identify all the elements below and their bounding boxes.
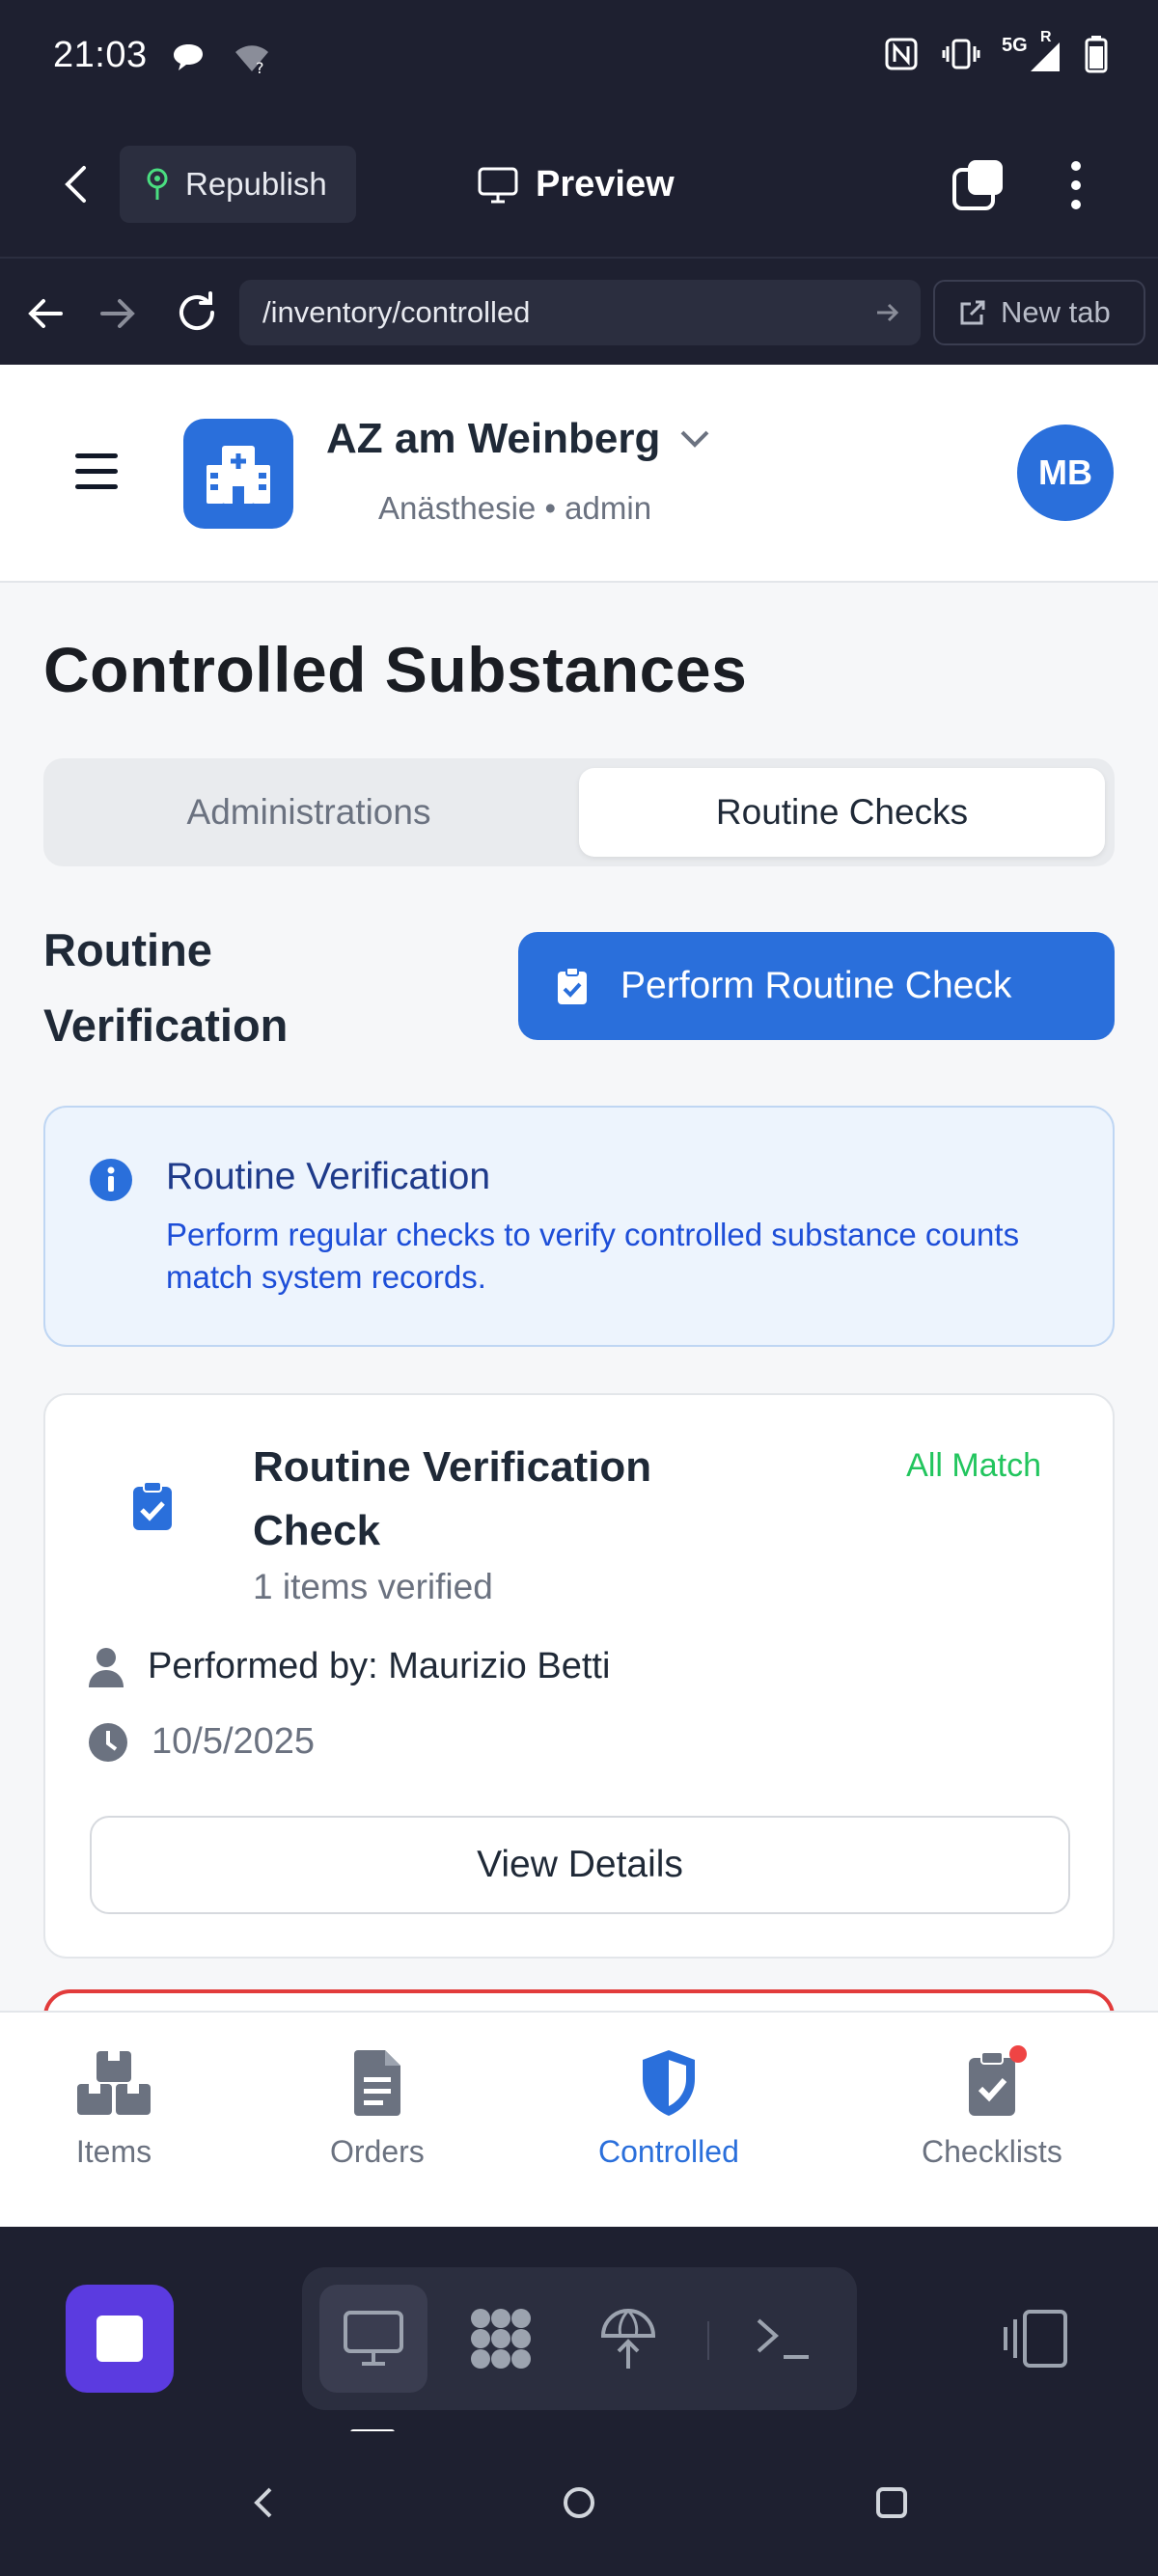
url-input[interactable]: /inventory/controlled (239, 280, 921, 345)
nav-forward-icon[interactable] (96, 292, 139, 335)
items-verified: 1 items verified (253, 1567, 493, 1606)
routine-check-card: Routine Verification Check All Match 1 i… (43, 1393, 1115, 1959)
system-home-icon[interactable] (554, 2478, 604, 2528)
stop-button[interactable] (66, 2285, 174, 2393)
workflow-icon (471, 2309, 531, 2369)
signal-icon: 5G R (1002, 29, 1063, 73)
perform-routine-check-button[interactable]: Perform Routine Check (518, 932, 1115, 1040)
wifi-question-icon: ? (235, 45, 268, 77)
info-text: Perform regular checks to verify control… (166, 1217, 1020, 1295)
terminal-icon (757, 2318, 809, 2359)
nav-checklists-label: Checklists (922, 2134, 1062, 2169)
tabs-icon[interactable] (951, 156, 1008, 214)
divider (707, 2321, 709, 2360)
stop-icon (96, 2316, 143, 2362)
battery-icon (1085, 36, 1108, 73)
nav-back-icon[interactable] (24, 292, 67, 335)
performed-by-row: Performed by: Maurizio Betti (88, 1646, 610, 1687)
user-icon (89, 1647, 124, 1687)
org-subtitle: Anästhesie • admin (378, 490, 652, 526)
nav-items[interactable]: Items (75, 2047, 152, 2170)
republish-button[interactable]: Republish (120, 146, 356, 223)
bottom-nav: Items Orders Controlled Checklists (0, 2011, 1158, 2227)
site-header: AZ am Weinberg Anästhesie • admin MB (0, 365, 1158, 583)
tab-routine-checks[interactable]: Routine Checks (579, 768, 1105, 857)
chat-bubble-icon (174, 44, 203, 70)
back-arrow-icon[interactable] (53, 160, 101, 208)
boxes-icon (77, 2051, 151, 2115)
vibrate-icon (942, 39, 980, 69)
nav-checklists[interactable]: Checklists (922, 2045, 1062, 2170)
clipboard-check-icon (558, 967, 587, 1004)
view-details-button[interactable]: View Details (90, 1816, 1070, 1914)
date-row: 10/5/2025 (88, 1721, 315, 1763)
monitor-icon (478, 167, 518, 203)
status-time: 21:03 (53, 35, 148, 75)
more-menu-icon[interactable] (1052, 156, 1100, 214)
republish-icon (147, 168, 168, 200)
perform-routine-check-label: Perform Routine Check (620, 965, 1012, 1006)
republish-label: Republish (185, 166, 327, 202)
clipboard-check-icon (133, 1481, 172, 1530)
go-arrow-icon[interactable] (874, 299, 901, 326)
dev-tools-group (302, 2267, 857, 2410)
workflows-tool-button[interactable] (447, 2285, 555, 2393)
shield-icon (642, 2050, 695, 2116)
info-title: Routine Verification (166, 1156, 491, 1197)
system-back-icon[interactable] (237, 2478, 288, 2528)
shell-tool-button[interactable] (730, 2285, 838, 2393)
info-icon (90, 1159, 132, 1201)
url-bar: /inventory/controlled New tab (0, 257, 1158, 365)
check-title: Routine Verification Check (253, 1443, 652, 1554)
monitor-icon (344, 2311, 403, 2366)
user-avatar[interactable]: MB (1017, 425, 1114, 521)
document-icon (353, 2050, 400, 2116)
dev-toolbar (0, 2227, 1158, 2435)
preview-button[interactable]: Preview (478, 164, 675, 206)
status-badge: All Match (906, 1447, 1041, 1484)
deploy-icon (600, 2309, 656, 2369)
section-title: Routine Verification (43, 924, 289, 1051)
web-content: AZ am Weinberg Anästhesie • admin MB Con… (0, 365, 1158, 2227)
nav-items-label: Items (75, 2134, 152, 2169)
page-title: Controlled Substances (43, 634, 748, 705)
nav-controlled-label: Controlled (598, 2134, 739, 2169)
nav-controlled[interactable]: Controlled (598, 2047, 739, 2170)
svg-text:?: ? (256, 59, 264, 77)
split-layout-icon[interactable] (1002, 2308, 1071, 2370)
app-toolbar: Republish Preview (0, 114, 1158, 257)
deploy-tool-button[interactable] (574, 2285, 682, 2393)
info-box: Routine Verification Perform regular che… (43, 1106, 1115, 1347)
clock-icon (89, 1722, 127, 1762)
status-bar: 21:03 ? 5G R (0, 0, 1158, 114)
tab-administrations[interactable]: Administrations (53, 768, 565, 857)
preview-tool-button[interactable] (319, 2285, 427, 2393)
reload-icon[interactable] (174, 289, 220, 336)
chevron-down-icon (680, 430, 709, 448)
performed-by: Performed by: Maurizio Betti (148, 1646, 611, 1686)
system-nav-bar (0, 2431, 1158, 2576)
nav-orders[interactable]: Orders (330, 2047, 425, 2170)
nav-orders-label: Orders (330, 2134, 425, 2169)
external-link-icon (960, 300, 985, 325)
org-name: AZ am Weinberg (326, 415, 661, 462)
org-switcher[interactable]: AZ am Weinberg (326, 415, 710, 463)
url-text: /inventory/controlled (262, 295, 531, 329)
new-tab-label: New tab (1001, 295, 1111, 329)
system-recents-icon[interactable] (867, 2478, 917, 2528)
tab-switcher: Administrations Routine Checks (43, 758, 1115, 866)
new-tab-button[interactable]: New tab (933, 280, 1145, 345)
check-date: 10/5/2025 (152, 1721, 316, 1762)
notification-dot (1008, 2045, 1027, 2063)
hospital-logo-icon (183, 419, 293, 529)
hamburger-menu-icon[interactable] (75, 453, 118, 492)
nfc-icon (885, 38, 918, 70)
preview-label: Preview (536, 164, 675, 205)
